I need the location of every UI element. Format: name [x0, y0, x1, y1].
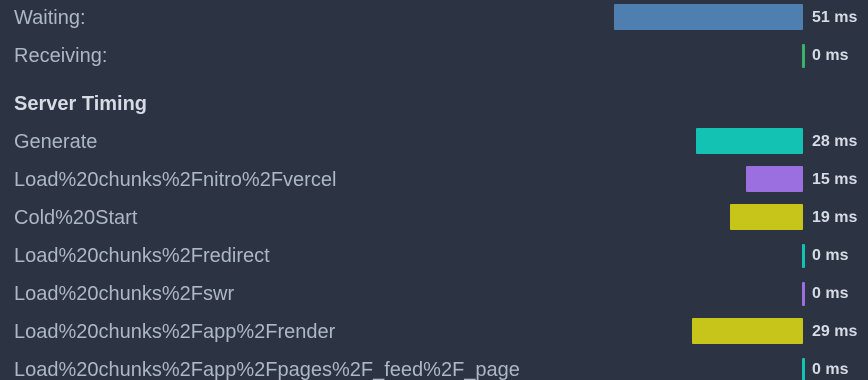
server-timing-label: Load%20chunks%2Fapp%2Fpages%2F_feed%2F_p… — [14, 359, 520, 380]
timing-value: 51 ms — [812, 9, 858, 26]
timing-bar — [802, 44, 805, 68]
server-timing-bar — [692, 318, 803, 344]
server-timing-value: 15 ms — [812, 171, 858, 188]
server-timing-value: 19 ms — [812, 209, 858, 226]
timing-panel: Waiting: 51 ms Receiving: 0 ms Server Ti… — [0, 0, 868, 380]
server-timing-label: Generate — [14, 131, 98, 153]
timing-bar — [614, 4, 803, 30]
server-timing-row: Load%20chunks%2Fnitro%2Fvercel 15 ms — [0, 162, 868, 198]
server-timing-value: 29 ms — [812, 323, 858, 340]
server-timing-value: 28 ms — [812, 133, 858, 150]
server-timing-bar — [696, 128, 803, 154]
section-title: Server Timing — [14, 93, 148, 115]
server-timing-label: Cold%20Start — [14, 207, 138, 229]
server-timing-value: 0 ms — [812, 361, 849, 378]
server-timing-label: Load%20chunks%2Fswr — [14, 283, 235, 305]
server-timing-value: 0 ms — [812, 247, 849, 264]
timing-label: Receiving: — [14, 45, 108, 67]
server-timing-bar — [730, 204, 803, 230]
server-timing-row: Load%20chunks%2Fredirect 0 ms — [0, 238, 868, 274]
server-timing-label: Load%20chunks%2Fnitro%2Fvercel — [14, 169, 337, 191]
server-timing-row: Load%20chunks%2Fapp%2Fpages%2F_feed%2F_p… — [0, 352, 868, 380]
server-timing-header: Server Timing — [0, 86, 868, 122]
server-timing-row: Cold%20Start 19 ms — [0, 200, 868, 236]
server-timing-label: Load%20chunks%2Fredirect — [14, 245, 270, 267]
server-timing-row: Generate 28 ms — [0, 124, 868, 160]
server-timing-label: Load%20chunks%2Fapp%2Frender — [14, 321, 336, 343]
server-timing-bar — [802, 358, 805, 380]
server-timing-bar — [802, 282, 805, 306]
server-timing-bar — [746, 166, 803, 192]
server-timing-row: Load%20chunks%2Fapp%2Frender 29 ms — [0, 314, 868, 350]
timing-row-receiving: Receiving: 0 ms — [0, 38, 868, 74]
timing-row-waiting: Waiting: 51 ms — [0, 0, 868, 36]
server-timing-value: 0 ms — [812, 285, 849, 302]
timing-value: 0 ms — [812, 47, 849, 64]
server-timing-row: Load%20chunks%2Fswr 0 ms — [0, 276, 868, 312]
timing-label: Waiting: — [14, 7, 86, 29]
server-timing-bar — [802, 244, 805, 268]
